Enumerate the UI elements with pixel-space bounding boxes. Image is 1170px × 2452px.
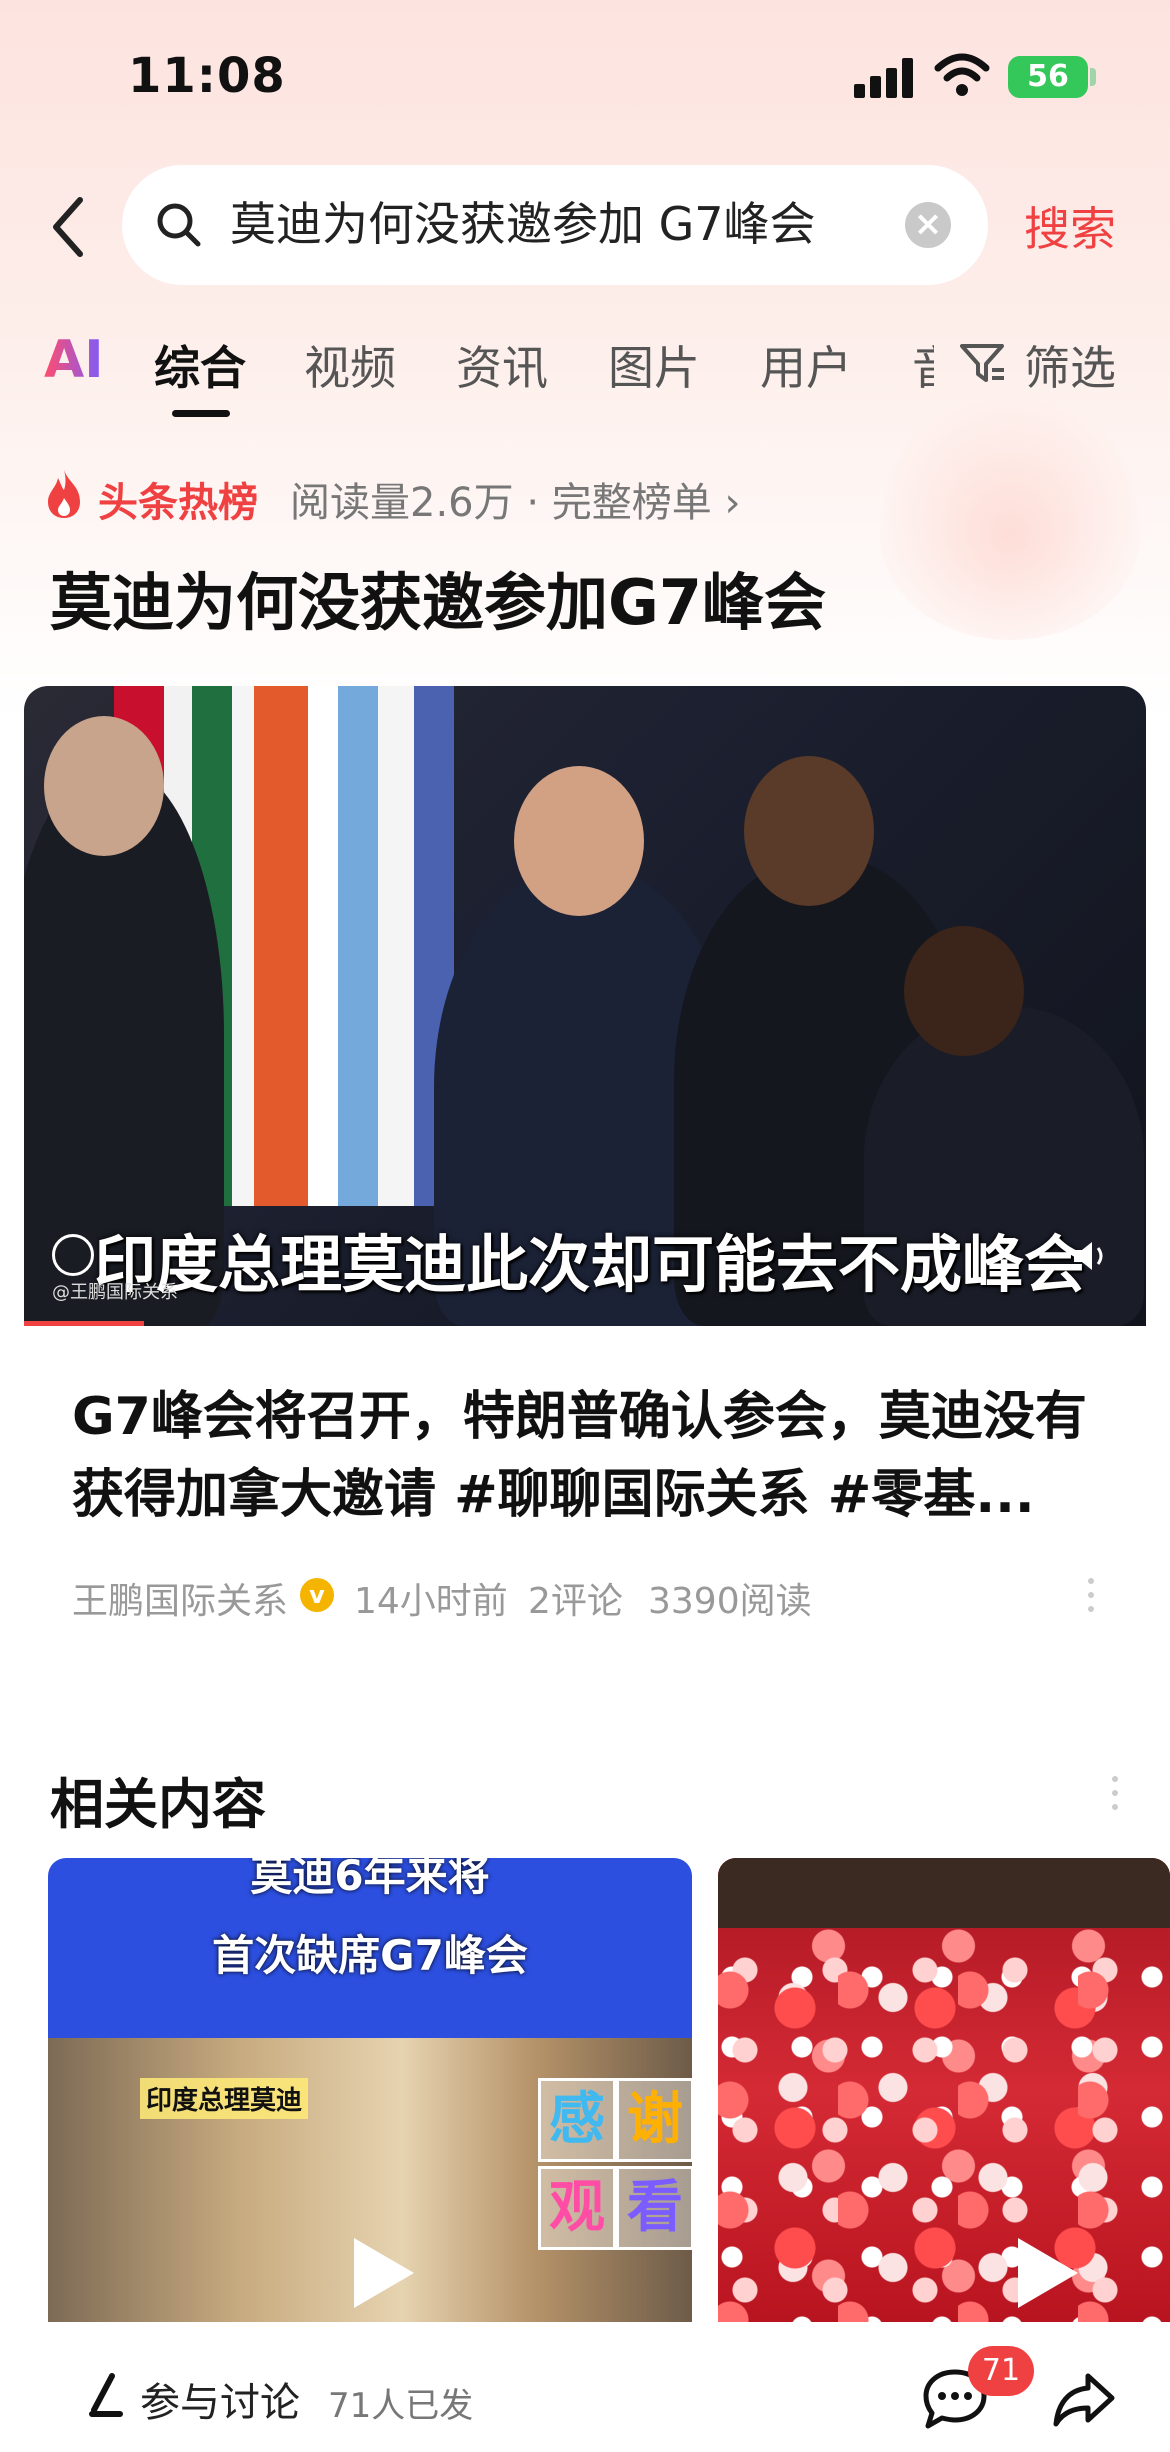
related-item[interactable] [718, 1858, 1170, 2322]
person-left-head [44, 716, 164, 856]
tab-users[interactable]: 用户 [760, 332, 852, 398]
page-title: 莫迪为何没获邀参加G7峰会 [50, 566, 827, 639]
person-center-head [514, 766, 644, 916]
hot-list-meta[interactable]: 阅读量2.6万 · 完整榜单 › [290, 470, 740, 528]
crowd-photo-top [718, 1858, 1170, 1928]
article-title[interactable]: G7峰会将召开，特朗普确认参会，莫迪没有获得加拿大邀请 #聊聊国际关系 #零基.… [72, 1378, 1102, 1534]
related-thumb-line2: 首次缺席G7峰会 [212, 1931, 528, 1980]
article-time: 14小时前 [354, 1581, 508, 1622]
speaker-icon[interactable] [1070, 1236, 1110, 1276]
tab-ai[interactable]: AI [44, 330, 104, 390]
person-right-head [744, 756, 874, 906]
pencil-icon[interactable] [86, 2372, 126, 2418]
play-button-icon[interactable] [334, 2228, 424, 2318]
tab-video[interactable]: 视频 [304, 332, 396, 398]
related-item[interactable]: 莫迪6年来将 首次缺席G7峰会 印度总理莫迪 感 谢 观 看 [48, 1858, 692, 2322]
video-player[interactable]: 印度总理莫迪此次却可能去不成峰会 @王鹏国际关系 [24, 686, 1146, 1326]
battery-indicator: 56 [1008, 56, 1088, 98]
more-options-icon[interactable] [1088, 1578, 1096, 1618]
fire-icon [48, 470, 80, 518]
wifi-icon [934, 53, 990, 96]
comment-count-badge: 71 [968, 2346, 1034, 2396]
video-watermark: @王鹏国际关系 [52, 1282, 178, 1303]
search-icon [157, 203, 201, 247]
video-caption: 印度总理莫迪此次却可能去不成峰会 [94, 1228, 1087, 1301]
filter-button[interactable]: 筛选 [1024, 332, 1116, 398]
active-tab-indicator [172, 410, 230, 417]
share-icon[interactable] [1052, 2368, 1116, 2428]
thanks-sticker: 感 谢 观 看 [532, 2078, 692, 2258]
tab-news[interactable]: 资讯 [456, 332, 548, 398]
related-thumb-label: 印度总理莫迪 [140, 2078, 309, 2119]
article-reads: 3390阅读 [648, 1581, 812, 1622]
tab-images[interactable]: 图片 [608, 332, 700, 398]
clear-search-button[interactable]: × [905, 202, 951, 248]
back-arrow-icon[interactable] [44, 192, 94, 262]
search-button[interactable]: 搜索 [1024, 193, 1116, 259]
related-more-icon[interactable] [1112, 1776, 1120, 1816]
play-button-icon[interactable] [998, 2228, 1088, 2318]
discuss-count: 71人已发 [328, 2386, 474, 2426]
article-author[interactable]: 王鹏国际关系 [72, 1572, 288, 1624]
hot-list-label[interactable]: 头条热榜 [98, 470, 258, 528]
tab-comprehensive[interactable]: 综合 [154, 332, 246, 398]
tab-music-partial[interactable]: 音 [912, 332, 934, 398]
verified-badge-icon: v [300, 1578, 334, 1612]
play-icon [52, 1234, 94, 1276]
article-comments: 2评论 [528, 1581, 623, 1622]
related-section-title: 相关内容 [50, 1773, 266, 1836]
search-input[interactable]: 莫迪为何没获邀参加 G7峰会 [230, 188, 816, 254]
person-far-right-head [904, 926, 1024, 1056]
filter-icon[interactable] [958, 340, 1008, 386]
status-time: 11:08 [128, 48, 286, 104]
related-thumb-line1: 莫迪6年来将 [250, 1858, 490, 1900]
cellular-signal-icon [854, 58, 916, 98]
battery-tip [1090, 68, 1096, 86]
video-progress-bar[interactable] [24, 1321, 144, 1326]
discuss-button[interactable]: 参与讨论 [140, 2370, 300, 2428]
